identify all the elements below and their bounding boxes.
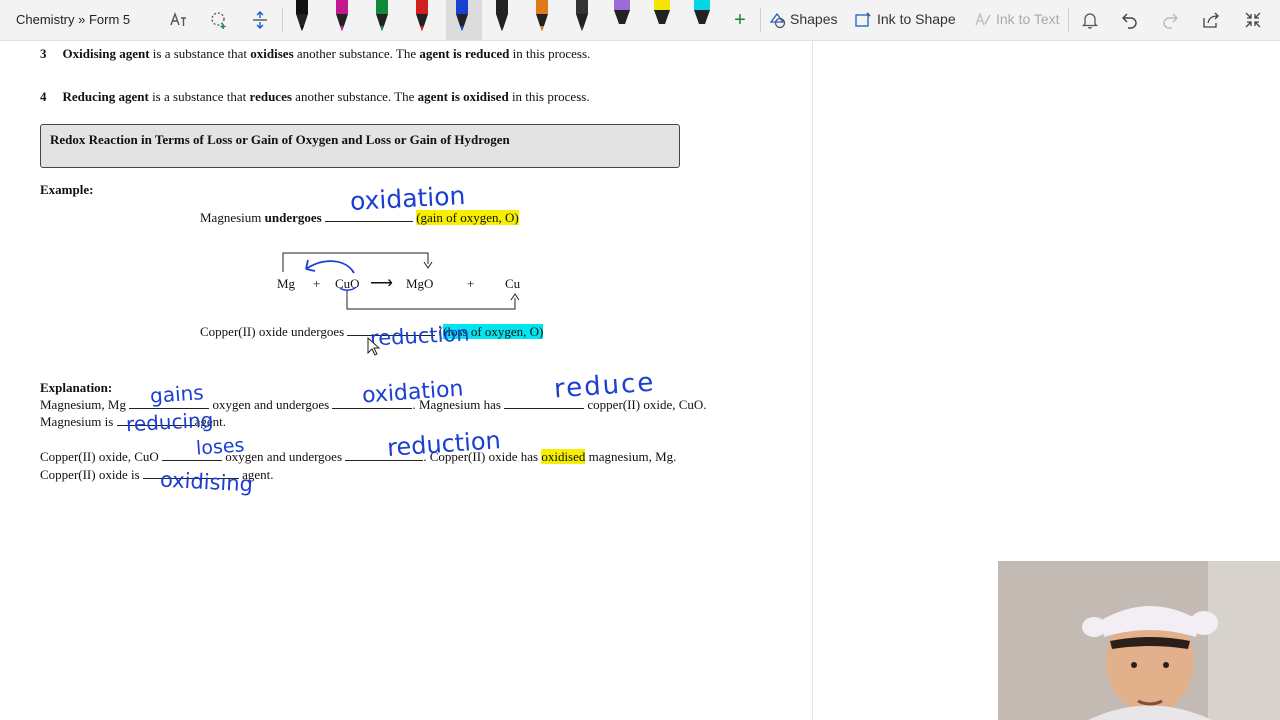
exit-fullscreen-icon[interactable] — [1243, 10, 1263, 30]
redo-icon[interactable] — [1160, 10, 1180, 30]
pen-galaxy-icon[interactable] — [572, 0, 592, 32]
explanation-line-3: Copper(II) oxide, CuO oxygen and undergo… — [40, 449, 677, 464]
equation-mg: Mg — [277, 276, 296, 291]
lasso-select-icon[interactable] — [209, 10, 229, 30]
oxidised-highlight: oxidised — [541, 449, 586, 464]
equation-mgo: MgO — [406, 276, 434, 291]
shapes-icon[interactable] — [768, 10, 788, 30]
share-icon[interactable] — [1201, 10, 1221, 30]
equation-plus-2: + — [467, 276, 475, 291]
add-space-icon[interactable] — [250, 10, 270, 30]
item-3: 3 Oxidising agent is a substance that oxi… — [40, 46, 591, 61]
equation-cu: Cu — [505, 276, 521, 291]
webcam-video — [998, 561, 1280, 720]
section-title: Redox Reaction in Terms of Loss or Gain … — [50, 132, 510, 147]
example-label: Example: — [40, 182, 94, 197]
ink-to-text-button[interactable]: Ink to Text — [996, 11, 1060, 27]
gain-of-oxygen-highlight: (gain of oxygen, O) — [416, 210, 519, 225]
highlighter-purple-icon[interactable] — [612, 0, 632, 32]
bell-icon[interactable] — [1080, 10, 1100, 30]
ink-arrow-mg-cuo[interactable] — [296, 255, 360, 295]
ink-loses[interactable]: loses — [195, 434, 245, 459]
draw-toolbar: Chemistry » Form 5 + Shapes Ink to Shape… — [0, 0, 1280, 41]
pen-rainbow-icon[interactable] — [532, 0, 552, 32]
shapes-button[interactable]: Shapes — [790, 11, 837, 27]
explanation-label: Explanation: — [40, 380, 113, 395]
pen-blue-icon[interactable] — [452, 0, 472, 32]
pen-black-icon[interactable] — [292, 0, 312, 32]
highlighter-cyan-icon[interactable] — [692, 0, 712, 32]
pen-red-icon[interactable] — [412, 0, 432, 32]
ink-oxidation-top[interactable]: oxidation — [349, 181, 466, 216]
ink-oxidising[interactable]: oxidising — [159, 468, 253, 497]
type-icon[interactable] — [168, 10, 188, 30]
ink-gains[interactable]: gains — [149, 380, 204, 408]
ink-to-text-icon[interactable] — [973, 10, 993, 30]
pen-glitter-black-icon[interactable] — [492, 0, 512, 32]
ink-to-shape-icon[interactable] — [853, 10, 873, 30]
highlighter-yellow-icon[interactable] — [652, 0, 672, 32]
breadcrumb[interactable]: Chemistry » Form 5 — [16, 12, 130, 27]
add-pen-icon[interactable]: + — [730, 10, 750, 30]
ink-reducing[interactable]: reducing — [125, 408, 214, 437]
pen-magenta-icon[interactable] — [332, 0, 352, 32]
pen-green-icon[interactable] — [372, 0, 392, 32]
mouse-cursor-icon — [367, 337, 381, 356]
equation-arrow: ⟶ — [370, 275, 393, 292]
presenter-portrait — [998, 561, 1280, 720]
undo-icon[interactable] — [1120, 10, 1140, 30]
ink-to-shape-button[interactable]: Ink to Shape — [877, 11, 956, 27]
item-4: 4 Reducing agent is a substance that redu… — [40, 89, 590, 104]
